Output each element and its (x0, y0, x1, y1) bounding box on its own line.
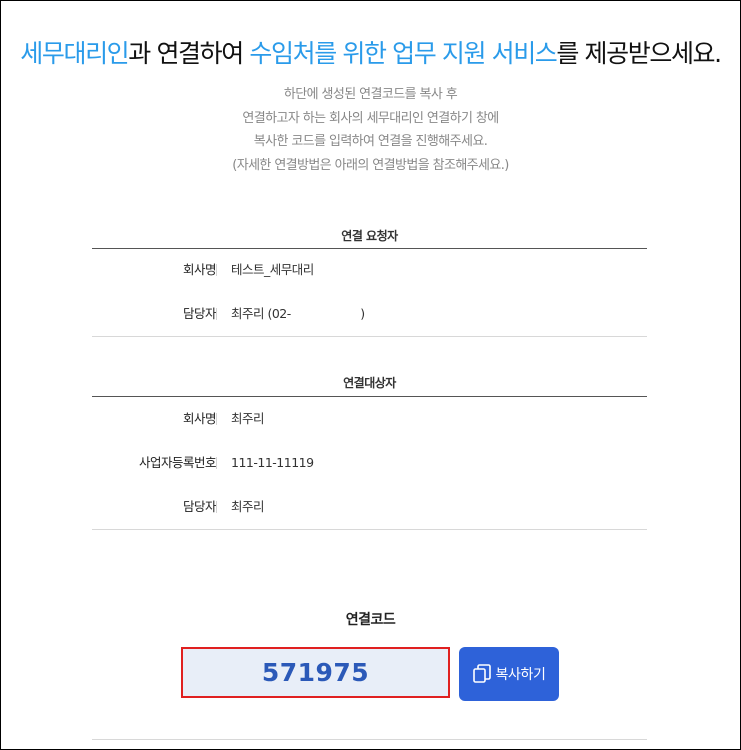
connection-code-label: 연결코드 (345, 612, 396, 628)
target-company-row: 회사명 최주리 (92, 408, 647, 430)
row-separator (216, 308, 217, 320)
row-value: 111-11-11119 (231, 455, 314, 470)
row-separator (216, 457, 217, 469)
page-headline: 세무대리인과 연결하여 수임처를 위한 업무 지원 서비스를 제공받으세요. (1, 34, 740, 70)
footer-divider (92, 739, 647, 740)
row-label: 회사명 (182, 411, 217, 426)
instruction-line: (자세한 연결방법은 아래의 연결방법을 참조해주세요.) (232, 157, 509, 173)
row-label: 회사명 (182, 262, 217, 277)
headline-text-end: 를 제공받으세요. (556, 39, 722, 68)
headline-highlight-tax-agent: 세무대리인 (20, 39, 129, 68)
row-label: 사업자등록번호 (138, 455, 217, 470)
target-manager-row: 담당자 최주리 (92, 496, 647, 518)
section-bottom-divider (92, 336, 647, 337)
connection-code-panel: 세무대리인과 연결하여 수임처를 위한 업무 지원 서비스를 제공받으세요. 하… (0, 0, 741, 750)
copy-button-label: 복사하기 (495, 667, 546, 683)
row-separator (216, 501, 217, 513)
row-value: 최주리 (231, 499, 265, 514)
headline-text: 과 연결하여 (128, 39, 250, 68)
row-label: 담당자 (182, 306, 217, 321)
target-section-title: 연결대상자 (343, 376, 396, 390)
requester-company-row: 회사명 테스트_세무대리 (92, 259, 647, 281)
row-value: 최주리 (02- ) (231, 306, 365, 321)
row-separator (216, 264, 217, 276)
row-value: 최주리 (231, 411, 265, 426)
copy-icon (472, 664, 491, 684)
requester-manager-row: 담당자 최주리 (02- ) (92, 303, 647, 325)
target-business-number-row: 사업자등록번호 111-11-11119 (92, 452, 647, 474)
requester-section-title: 연결 요청자 (341, 229, 398, 243)
instructions: 하단에 생성된 연결코드를 복사 후 연결하고자 하는 회사의 세무대리인 연결… (1, 83, 740, 177)
section-bottom-divider (92, 529, 647, 530)
connection-code-value: 571975 (181, 647, 450, 698)
instruction-line: 연결하고자 하는 회사의 세무대리인 연결하기 창에 (242, 110, 499, 126)
instruction-line: 복사한 코드를 입력하여 연결을 진행해주세요. (253, 134, 488, 149)
row-label: 담당자 (182, 499, 217, 514)
copy-button[interactable]: 복사하기 (459, 647, 559, 701)
instruction-line: 하단에 생성된 연결코드를 복사 후 (283, 87, 458, 102)
row-separator (216, 413, 217, 425)
headline-highlight-service: 수임처를 위한 업무 지원 서비스 (249, 39, 557, 68)
section-divider (92, 248, 647, 249)
section-divider (92, 396, 647, 397)
row-value: 테스트_세무대리 (231, 262, 314, 277)
